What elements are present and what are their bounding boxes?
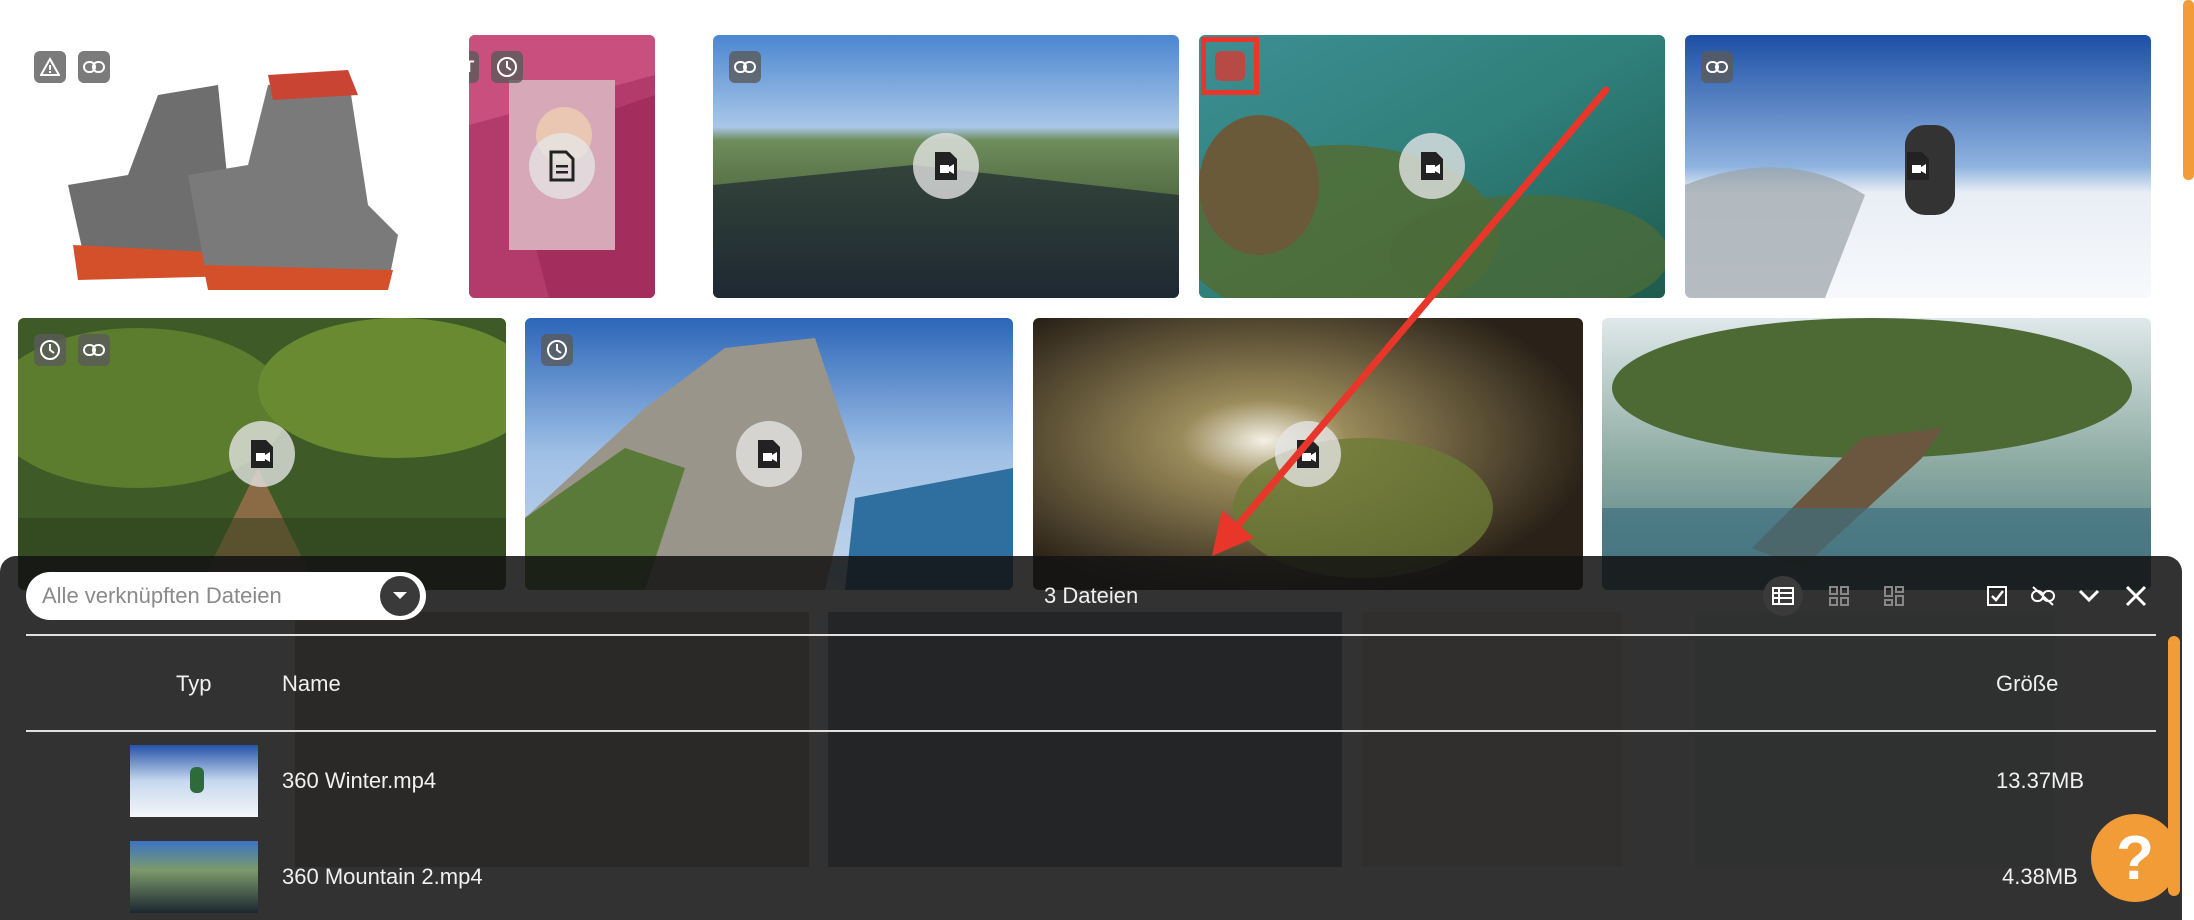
- table-header-divider: [26, 730, 2156, 732]
- file-thumbnail: [130, 841, 258, 913]
- clock-icon: [34, 334, 66, 366]
- column-header-name[interactable]: Name: [282, 671, 341, 697]
- column-header-type[interactable]: Typ: [176, 671, 211, 697]
- asset-tile-cave[interactable]: [1033, 318, 1583, 590]
- linked-files-filter-select[interactable]: Alle verknüpften Dateien: [26, 572, 426, 620]
- file-count: 3 Dateien: [1044, 583, 1139, 608]
- list-view-icon[interactable]: [1763, 576, 1803, 616]
- help-icon: ?: [2116, 823, 2154, 893]
- link-icon: [78, 51, 110, 83]
- grid-view-icon[interactable]: [1819, 576, 1859, 616]
- column-header-size[interactable]: Größe: [1996, 671, 2058, 697]
- asset-tile-forest[interactable]: [18, 318, 506, 590]
- link-icon: [1701, 51, 1733, 83]
- file-size: 13.37MB: [1996, 768, 2085, 793]
- video-file-icon: [1399, 133, 1465, 199]
- link-icon: [729, 51, 761, 83]
- page-scrollbar[interactable]: [2183, 0, 2194, 180]
- tile-view-icon[interactable]: [1874, 576, 1914, 616]
- file-name: 360 Winter.mp4: [282, 768, 437, 793]
- help-button[interactable]: ?: [2091, 814, 2179, 902]
- asset-tile-cliff[interactable]: [525, 318, 1013, 590]
- video-file-icon: [1885, 133, 1951, 199]
- asset-tile-tree-lake[interactable]: [1602, 318, 2151, 590]
- asset-tile-underwater[interactable]: [1199, 35, 1665, 298]
- panel-header-divider: [26, 634, 2156, 636]
- select-all-icon[interactable]: [1977, 576, 2017, 616]
- video-file-icon: [913, 133, 979, 199]
- filter-placeholder: Alle verknüpften Dateien: [42, 583, 282, 608]
- unlink-icon[interactable]: [2023, 576, 2063, 616]
- close-icon[interactable]: [2116, 576, 2156, 616]
- asset-tile-boots[interactable]: [18, 35, 412, 298]
- asset-tile-mountain-view[interactable]: [713, 35, 1179, 298]
- video-file-icon: [1275, 421, 1341, 487]
- asset-tile-snow[interactable]: [1685, 35, 2151, 298]
- file-name: 360 Mountain 2.mp4: [282, 864, 483, 889]
- collapse-chevron-icon[interactable]: [2069, 576, 2109, 616]
- warning-image-icon: [34, 51, 66, 83]
- chevron-down-icon[interactable]: [380, 576, 420, 616]
- clock-icon: [491, 51, 523, 83]
- file-thumbnail: [130, 745, 258, 817]
- tree-lake-image: [1602, 318, 2151, 590]
- link-icon: [78, 334, 110, 366]
- document-icon: [529, 133, 595, 199]
- brochure-badge: BT: [469, 51, 479, 83]
- file-size: 4.38MB: [2002, 864, 2078, 889]
- table-row[interactable]: 360 Mountain 2.mp4 4.38MB: [26, 838, 2156, 916]
- video-file-icon: [229, 421, 295, 487]
- clock-icon: [541, 334, 573, 366]
- asset-tile-brochure[interactable]: BT: [469, 35, 655, 298]
- muted-badge-icon: [1215, 51, 1245, 81]
- table-row[interactable]: 360 Winter.mp4 13.37MB: [26, 742, 2156, 820]
- video-file-icon: [736, 421, 802, 487]
